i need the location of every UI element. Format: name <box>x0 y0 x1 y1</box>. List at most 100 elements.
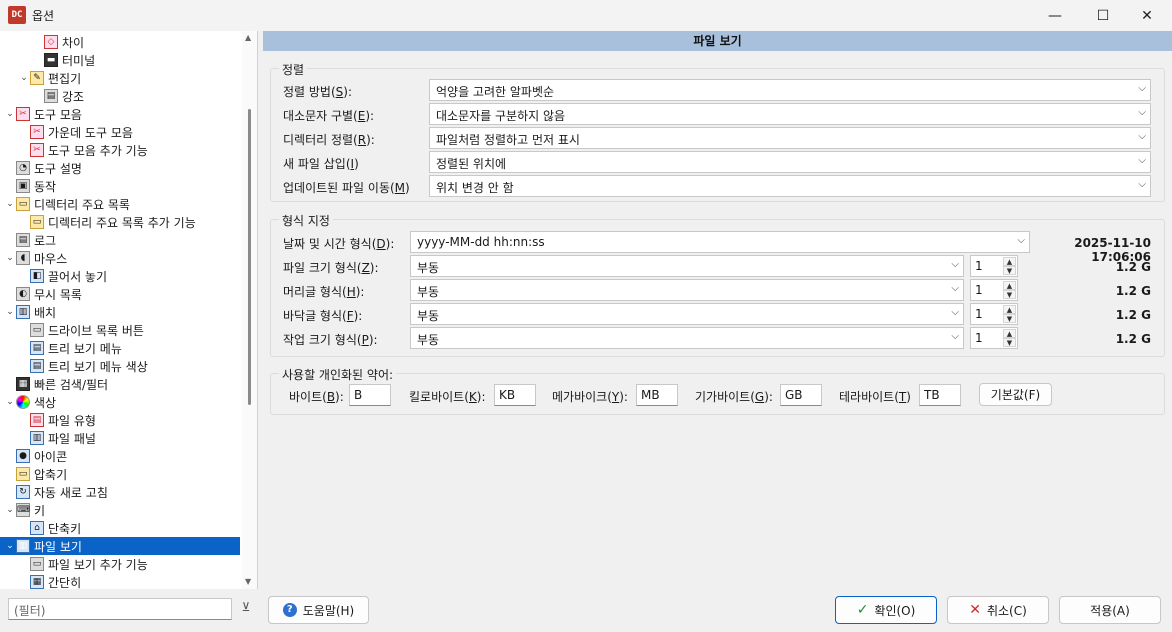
tree-item[interactable]: ▤ 강조 <box>0 87 240 105</box>
abbrev-input[interactable]: TB <box>919 384 961 406</box>
tree-item[interactable]: ◧ 끌어서 놓기 <box>0 267 240 285</box>
tree-item[interactable]: ⌄ ▥ 파일 보기 <box>0 537 240 555</box>
chevron-down-icon: ⌵ <box>1138 131 1146 142</box>
tree-item[interactable]: ▦ 간단히 <box>0 573 240 589</box>
ok-button[interactable]: ✓ 확인(O) <box>835 596 937 624</box>
scroll-up-arrow-icon[interactable]: ▲ <box>245 33 251 42</box>
tree-item[interactable]: ● 아이콘 <box>0 447 240 465</box>
expand-chevron-icon[interactable]: ⌄ <box>4 109 16 119</box>
expand-chevron-icon[interactable]: ⌄ <box>4 199 16 209</box>
abbrev-label: 바이트(B): <box>289 390 344 404</box>
cancel-button[interactable]: ✕ 취소(C) <box>947 596 1049 624</box>
spin-down-icon[interactable]: ▼ <box>1003 290 1016 299</box>
tree-item-label: 강조 <box>62 89 85 104</box>
sort-option-combo[interactable]: 억양을 고려한 알파벳순 ⌵ <box>429 79 1151 101</box>
digits-spinner[interactable]: 1 ▲ ▼ <box>970 327 1018 349</box>
expand-chevron-icon[interactable]: ⌄ <box>4 541 16 551</box>
tree-item[interactable]: ▣ 동작 <box>0 177 240 195</box>
expand-chevron-icon[interactable]: ⌄ <box>18 73 30 83</box>
abbrev-input[interactable]: MB <box>636 384 678 406</box>
tree-item[interactable]: ✂ 가운데 도구 모음 <box>0 123 240 141</box>
tree-item[interactable]: ▭ 압축기 <box>0 465 240 483</box>
spin-up-icon[interactable]: ▲ <box>1003 281 1016 290</box>
hotlist-icon: ▭ <box>16 197 30 211</box>
expand-chevron-icon[interactable]: ⌄ <box>4 253 16 263</box>
tree-item[interactable]: ↻ 자동 새로 고침 <box>0 483 240 501</box>
tree-menu-icon: ▤ <box>30 341 44 355</box>
tree-item[interactable]: ◐ 무시 목록 <box>0 285 240 303</box>
sort-option-combo[interactable]: 정렬된 위치에 ⌵ <box>429 151 1151 173</box>
chevron-down-icon: ⌵ <box>951 283 959 294</box>
tree-item[interactable]: ▭ 드라이브 목록 버튼 <box>0 321 240 339</box>
maximize-button[interactable]: ☐ <box>1080 0 1126 31</box>
tree-item-label: 파일 패널 <box>48 431 96 446</box>
tree-item[interactable]: ⌄ ✎ 편집기 <box>0 69 240 87</box>
format-combo[interactable]: 부동 ⌵ <box>410 303 964 325</box>
scroll-thumb[interactable] <box>248 109 251 405</box>
tree-item[interactable]: ⌂ 단축키 <box>0 519 240 537</box>
ok-label: 확인(O) <box>874 603 916 618</box>
tree-item[interactable]: ⌄ ▭ 디렉터리 주요 목록 <box>0 195 240 213</box>
size-preview: 1.2 G <box>1115 284 1151 298</box>
tree-item[interactable]: ⌄ ▥ 배치 <box>0 303 240 321</box>
sort-option-combo[interactable]: 파일처럼 정렬하고 먼저 표시 ⌵ <box>429 127 1151 149</box>
digits-spinner[interactable]: 1 ▲ ▼ <box>970 279 1018 301</box>
tree-item[interactable]: ▭ 디렉터리 주요 목록 추가 기능 <box>0 213 240 231</box>
tree-item[interactable]: ✂ 도구 모음 추가 기능 <box>0 141 240 159</box>
sort-option-combo[interactable]: 대소문자를 구분하지 않음 ⌵ <box>429 103 1151 125</box>
help-button[interactable]: ? 도움말(H) <box>268 596 369 624</box>
sort-option-label: 새 파일 삽입(I) <box>283 157 359 171</box>
scroll-down-arrow-icon[interactable]: ▼ <box>245 577 251 586</box>
tree-item[interactable]: ▭ 파일 보기 추가 기능 <box>0 555 240 573</box>
spin-up-icon[interactable]: ▲ <box>1003 329 1016 338</box>
spin-down-icon[interactable]: ▼ <box>1003 314 1016 323</box>
abbrev-input[interactable]: GB <box>780 384 822 406</box>
format-combo[interactable]: 부동 ⌵ <box>410 255 964 277</box>
tree-item[interactable]: ⌄ ◖ 마우스 <box>0 249 240 267</box>
window-title: 옵션 <box>32 9 55 23</box>
tree-item[interactable]: ▤ 트리 보기 메뉴 <box>0 339 240 357</box>
tree-item[interactable]: ▤ 로그 <box>0 231 240 249</box>
expand-chevron-icon[interactable]: ⌄ <box>4 505 16 515</box>
format-combo[interactable]: 부동 ⌵ <box>410 327 964 349</box>
tree-item[interactable]: ⌄ ⌨ 키 <box>0 501 240 519</box>
close-button[interactable]: ✕ <box>1124 0 1170 31</box>
filter-input[interactable]: (필터) <box>8 598 232 620</box>
tree-item[interactable]: ▬ 터미널 <box>0 51 240 69</box>
diff-icon: ◇ <box>44 35 58 49</box>
tree-item[interactable]: ▤ 트리 보기 메뉴 색상 <box>0 357 240 375</box>
clear-filter-icon[interactable]: ⊻ <box>237 600 255 618</box>
size-preview: 1.2 G <box>1115 260 1151 274</box>
tree-item-label: 파일 보기 <box>34 539 82 554</box>
default-abbrev-button[interactable]: 기본값(F) <box>979 383 1052 406</box>
apply-button[interactable]: 적용(A) <box>1059 596 1161 624</box>
tree-scrollbar[interactable]: ▲ ▼ <box>242 31 257 589</box>
tree-item[interactable]: ◔ 도구 설명 <box>0 159 240 177</box>
expand-chevron-icon[interactable]: ⌄ <box>4 307 16 317</box>
abbrev-input[interactable]: B <box>349 384 391 406</box>
spin-up-icon[interactable]: ▲ <box>1003 305 1016 314</box>
spin-up-icon[interactable]: ▲ <box>1003 257 1016 266</box>
tree-item[interactable]: ⌄ ✂ 도구 모음 <box>0 105 240 123</box>
datetime-format-combo[interactable]: yyyy-MM-dd hh:nn:ss ⌵ <box>410 231 1030 253</box>
spin-down-icon[interactable]: ▼ <box>1003 338 1016 347</box>
spin-down-icon[interactable]: ▼ <box>1003 266 1016 275</box>
sort-option-combo[interactable]: 위치 변경 안 함 ⌵ <box>429 175 1151 197</box>
tree-item[interactable]: ▤ 파일 유형 <box>0 411 240 429</box>
tree-item[interactable]: ⌄ 색상 <box>0 393 240 411</box>
tree-item-label: 배치 <box>34 305 57 320</box>
digits-spinner[interactable]: 1 ▲ ▼ <box>970 255 1018 277</box>
tree-item-label: 차이 <box>62 35 85 50</box>
options-tree[interactable]: ▲ ▼ ◇ 차이 ▬ 터미널 ⌄ ✎ 편집기 ▤ 강조 ⌄ ✂ 도구 모음 ✂ 가운데 도구 모음 ✂ 도구 … <box>0 31 258 589</box>
minimize-button[interactable]: — <box>1032 0 1078 31</box>
tree-item[interactable]: ▥ 파일 패널 <box>0 429 240 447</box>
digits-spinner[interactable]: 1 ▲ ▼ <box>970 303 1018 325</box>
keys-icon: ⌨ <box>16 503 30 517</box>
abbrev-input[interactable]: KB <box>494 384 536 406</box>
format-combo[interactable]: 부동 ⌵ <box>410 279 964 301</box>
expand-chevron-icon[interactable]: ⌄ <box>4 397 16 407</box>
tree-item[interactable]: ◇ 차이 <box>0 33 240 51</box>
abbrev-label: 킬로바이트(K): <box>409 390 486 404</box>
tree-item[interactable]: ▦ 빠른 검색/필터 <box>0 375 240 393</box>
abbrev-group-title: 사용할 개인화된 약어: <box>279 366 397 383</box>
